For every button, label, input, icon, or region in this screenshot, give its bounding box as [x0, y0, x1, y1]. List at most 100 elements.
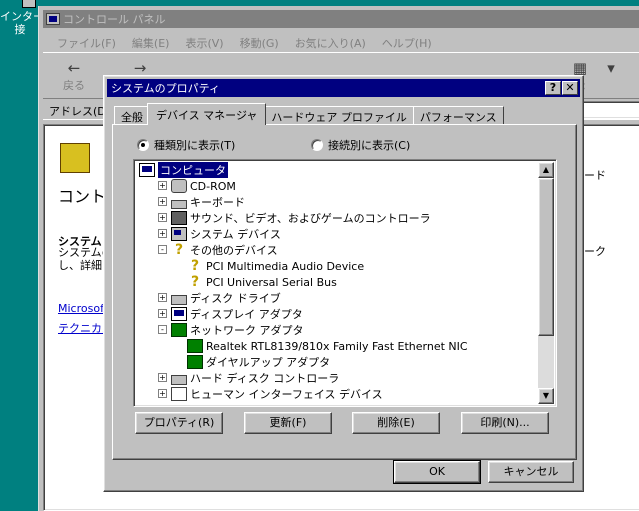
menu-help[interactable]: ヘルプ(H): [376, 33, 438, 53]
help-button[interactable]: ?: [545, 81, 561, 95]
device-tree-item[interactable]: ダイヤルアップ アダプタ: [187, 354, 330, 370]
device-tree-item-label: システム デバイス: [190, 228, 281, 241]
tab-strip: 全般 デバイス マネージャ ハードウェア プロファイル パフォーマンス: [114, 103, 504, 125]
expand-icon[interactable]: +: [158, 229, 167, 238]
control-panel-titlebar[interactable]: コントロール パネル: [43, 10, 639, 28]
menu-view[interactable]: 表示(V): [179, 33, 229, 53]
menu-file[interactable]: ファイル(F): [51, 33, 122, 53]
dropdown-arrow-icon: ▾: [607, 59, 615, 77]
desktop-icon-label: インター 接: [0, 10, 44, 36]
expand-icon[interactable]: +: [158, 197, 167, 206]
scroll-up-button[interactable]: ▲: [538, 162, 554, 178]
menu-favorites[interactable]: お気に入り(A): [289, 33, 372, 53]
device-tree-item[interactable]: Realtek RTL8139/810x Family Fast Etherne…: [187, 338, 468, 354]
scroll-down-button[interactable]: ▼: [538, 388, 554, 404]
hdd-device-icon: [171, 374, 187, 385]
address-label: アドレス(D): [49, 105, 111, 118]
hid-device-icon: [171, 387, 187, 401]
back-button[interactable]: ← 戻る: [57, 59, 91, 93]
nic-device-icon: [187, 339, 203, 353]
q-device-icon: ?: [174, 242, 184, 258]
device-tree-item-label: サウンド、ビデオ、およびゲームのコントローラ: [190, 212, 431, 225]
device-tree-item[interactable]: ? PCI Multimedia Audio Device: [187, 258, 364, 274]
menu-go[interactable]: 移動(G): [234, 33, 285, 53]
radio-by-type[interactable]: 種類別に表示(T): [137, 137, 235, 153]
device-tree-item-label: ディスプレイ アダプタ: [190, 308, 303, 321]
radio-by-connection-label: 接続別に表示(C): [328, 139, 411, 152]
disk-device-icon: [171, 179, 187, 193]
microsoft-link[interactable]: Microsof: [58, 302, 104, 315]
ok-button[interactable]: OK: [393, 460, 481, 484]
nic-device-icon: [187, 355, 203, 369]
device-tree-items: コンピュータ + CD-ROM + キーボード + サウンド、ビデオ、およびゲームのコントロ…: [136, 162, 539, 404]
device-tree-item[interactable]: + ディスク ドライブ: [158, 290, 281, 306]
expand-icon[interactable]: +: [158, 181, 167, 190]
device-tree-item-label: ネットワーク アダプタ: [190, 324, 304, 337]
device-tree-item[interactable]: + サウンド、ビデオ、およびゲームのコントローラ: [158, 210, 431, 226]
monitor-device-icon: [171, 307, 187, 321]
device-tree-item[interactable]: - ネットワーク アダプタ: [158, 322, 304, 338]
collapse-icon[interactable]: -: [158, 245, 167, 254]
refresh-button[interactable]: 更新(F): [244, 412, 332, 434]
control-panel-large-icon: [60, 143, 90, 173]
back-arrow-icon: ←: [67, 59, 81, 77]
device-tree-item-label: その他のデバイス: [190, 244, 278, 257]
radio-by-connection[interactable]: 接続別に表示(C): [311, 137, 410, 153]
q-device-icon: ?: [190, 258, 200, 274]
device-tree-item[interactable]: + システム デバイス: [158, 226, 281, 242]
right-item-label-1: ード: [584, 169, 606, 182]
q-device-icon: ?: [190, 274, 200, 290]
device-tree-item-label: キーボード: [190, 196, 245, 209]
device-tree-item-label: ヒューマン インターフェイス デバイス: [190, 388, 383, 401]
scroll-thumb[interactable]: [538, 178, 554, 336]
tab-device-manager[interactable]: デバイス マネージャ: [147, 103, 267, 125]
cancel-button[interactable]: キャンセル: [488, 461, 574, 483]
expand-icon[interactable]: +: [158, 389, 167, 398]
device-tree[interactable]: コンピュータ + CD-ROM + キーボード + サウンド、ビデオ、およびゲームのコントロ…: [133, 159, 557, 407]
expand-icon[interactable]: +: [158, 293, 167, 302]
close-button[interactable]: ✕: [562, 81, 578, 95]
dialog-title: システムのプロパティ: [111, 82, 221, 95]
print-button[interactable]: 印刷(N)...: [461, 412, 549, 434]
desktop-shortcut-icon: [22, 0, 36, 8]
device-tree-item[interactable]: + キーボード: [158, 194, 245, 210]
hdd-device-icon: [171, 294, 187, 305]
device-tree-item-label: CD-ROM: [190, 179, 236, 193]
device-tree-item[interactable]: + CD-ROM: [158, 178, 236, 194]
expand-icon[interactable]: +: [158, 373, 167, 382]
device-tree-item-label: PCI Multimedia Audio Device: [206, 259, 365, 273]
tab-performance[interactable]: パフォーマンス: [412, 106, 504, 125]
expand-icon[interactable]: +: [158, 213, 167, 222]
kb-device-icon: [171, 199, 187, 209]
views-dropdown[interactable]: ▾: [601, 59, 621, 93]
device-tree-item[interactable]: + ディスプレイ アダプタ: [158, 306, 303, 322]
device-manager-panel: 種類別に表示(T) 接続別に表示(C) コンピュータ + CD-ROM + キーボード +…: [112, 124, 577, 460]
properties-button[interactable]: プロパティ(R): [135, 412, 223, 434]
control-panel-title: コントロール パネル: [63, 13, 166, 26]
device-tree-item-label: Realtek RTL8139/810x Family Fast Etherne…: [206, 339, 468, 353]
device-tree-item-label: ダイヤルアップ アダプタ: [206, 356, 331, 369]
device-tree-item-label: PCI Universal Serial Bus: [206, 275, 337, 289]
desktop-icon-internet[interactable]: インター 接: [0, 0, 44, 40]
dialog-titlebar[interactable]: システムのプロパティ ? ✕: [107, 79, 580, 97]
nic-device-icon: [171, 323, 187, 337]
control-panel-icon: [46, 13, 60, 25]
tab-hardware-profiles[interactable]: ハードウェア プロファイル: [264, 106, 414, 125]
device-tree-item[interactable]: -? その他のデバイス: [158, 242, 278, 258]
radio-by-type-label: 種類別に表示(T): [154, 139, 236, 152]
vertical-scrollbar[interactable]: ▲ ▼: [538, 162, 554, 404]
tab-general[interactable]: 全般: [114, 106, 150, 125]
menu-bar: ファイル(F) 編集(E) 表示(V) 移動(G) お気に入り(A) ヘルプ(H…: [51, 33, 442, 53]
device-tree-item-label: ハード ディスク コントローラ: [190, 372, 340, 385]
menu-edit[interactable]: 編集(E): [126, 33, 176, 53]
device-tree-item[interactable]: ? PCI Universal Serial Bus: [187, 274, 337, 290]
device-tree-item[interactable]: コンピュータ: [139, 162, 228, 178]
device-tree-item[interactable]: + ハード ディスク コントローラ: [158, 370, 340, 386]
sys-device-icon: [171, 227, 187, 241]
collapse-icon[interactable]: -: [158, 325, 167, 334]
remove-button[interactable]: 削除(E): [352, 412, 440, 434]
system-properties-dialog: システムのプロパティ ? ✕ 全般 デバイス マネージャ ハードウェア プロファ…: [103, 75, 584, 492]
monitor-device-icon: [139, 163, 155, 177]
device-tree-item[interactable]: + ヒューマン インターフェイス デバイス: [158, 386, 383, 402]
expand-icon[interactable]: +: [158, 309, 167, 318]
